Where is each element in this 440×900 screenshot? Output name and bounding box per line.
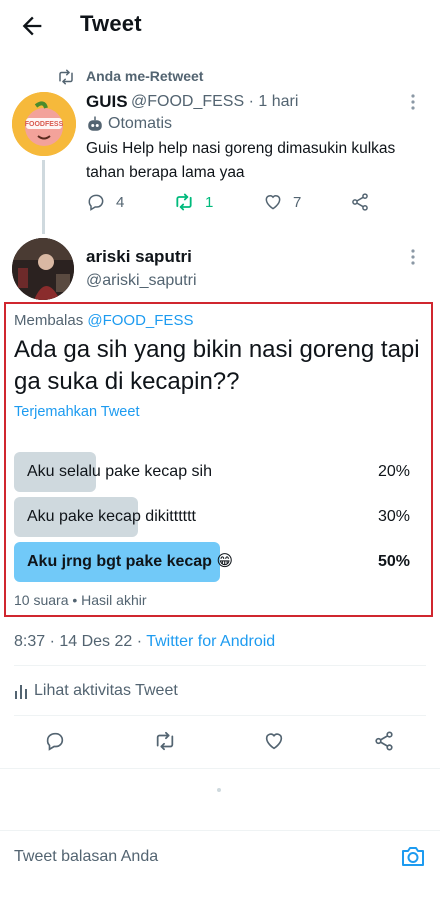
tweet-meta: 8:37 · 14 Des 22 · Twitter for Android: [14, 633, 275, 651]
share-button[interactable]: [350, 192, 370, 212]
tweet-text: Ada ga sih yang bikin nasi goreng tapi g…: [14, 336, 420, 395]
replying-to: Membalas @FOOD_FESS: [14, 312, 193, 329]
poll-option-label: Aku selalu pake kecap sih: [27, 463, 212, 480]
poll-info: 10 suara • Hasil akhir: [14, 592, 147, 608]
page-title: Tweet: [80, 11, 142, 36]
source-link[interactable]: Twitter for Android: [146, 633, 275, 650]
top-bar: [0, 0, 440, 52]
reply-count: 4: [116, 193, 125, 211]
reply-button[interactable]: [44, 730, 66, 752]
retweet-icon: [156, 731, 174, 751]
avatar[interactable]: [12, 238, 74, 300]
share-button[interactable]: [373, 730, 395, 752]
more-options-button[interactable]: [410, 248, 416, 266]
share-icon: [352, 193, 368, 211]
poll-option-label: Aku jrng bgt pake kecap 😁: [27, 553, 234, 570]
divider: [14, 665, 426, 666]
replying-to-mention[interactable]: @FOOD_FESS: [87, 312, 193, 329]
foodfess-logo-icon: FOODFESS: [12, 92, 76, 156]
like-button[interactable]: 7: [263, 192, 301, 212]
retweet-button[interactable]: 1: [173, 192, 213, 212]
more-vertical-icon: [411, 249, 415, 265]
share-icon: [375, 731, 393, 751]
like-button[interactable]: [263, 730, 285, 752]
back-button[interactable]: [18, 12, 46, 40]
retweet-icon: [56, 68, 76, 86]
loading-dot: [217, 788, 221, 792]
replying-prefix: Membalas: [14, 312, 84, 329]
reply-input[interactable]: Tweet balasan Anda: [14, 848, 158, 866]
avatar[interactable]: FOODFESS: [12, 92, 76, 156]
author-handle: @ariski_saputri: [86, 272, 197, 289]
user-photo-icon: [12, 238, 74, 300]
timestamp: 8:37 · 14 Des 22 ·: [14, 633, 147, 650]
retweet-count: 1: [205, 193, 214, 211]
poll-option-percent: 20%: [377, 463, 410, 480]
heart-icon: [265, 195, 281, 210]
reply-icon: [88, 194, 104, 211]
retweet-context-label: Anda me-Retweet: [86, 68, 204, 84]
author-name[interactable]: GUIS: [86, 92, 128, 112]
arrow-left-icon: [22, 16, 42, 36]
thread-line: [42, 160, 45, 234]
like-count: 7: [293, 193, 302, 211]
poll-option-percent: 50%: [377, 553, 410, 570]
heart-icon: [265, 733, 283, 750]
poll-option-label: Aku pake kecap dikitttttt: [27, 508, 196, 525]
automated-bot-icon: [86, 115, 104, 133]
poll-option-percent: 30%: [377, 508, 410, 525]
analytics-icon: [14, 683, 28, 699]
view-activity-link[interactable]: Lihat aktivitas Tweet: [34, 682, 178, 700]
camera-button[interactable]: [400, 844, 426, 868]
retweet-button[interactable]: [153, 730, 177, 752]
reply-icon: [46, 732, 64, 751]
divider: [0, 768, 440, 769]
camera-icon: [402, 847, 424, 866]
more-options-button[interactable]: [410, 93, 416, 111]
svg-text:FOODFESS: FOODFESS: [25, 121, 64, 128]
author-name[interactable]: ariski saputri: [86, 247, 192, 267]
more-vertical-icon: [411, 94, 415, 110]
author-handle: @FOOD_FESS · 1 hari: [131, 93, 299, 110]
reply-button[interactable]: 4: [86, 192, 124, 212]
divider: [14, 715, 426, 716]
tweet-text: Guis Help help nasi goreng dimasukin kul…: [86, 140, 396, 181]
automated-label: Otomatis: [108, 115, 173, 132]
translate-link[interactable]: Terjemahkan Tweet: [14, 404, 139, 420]
retweet-icon: [176, 193, 192, 211]
